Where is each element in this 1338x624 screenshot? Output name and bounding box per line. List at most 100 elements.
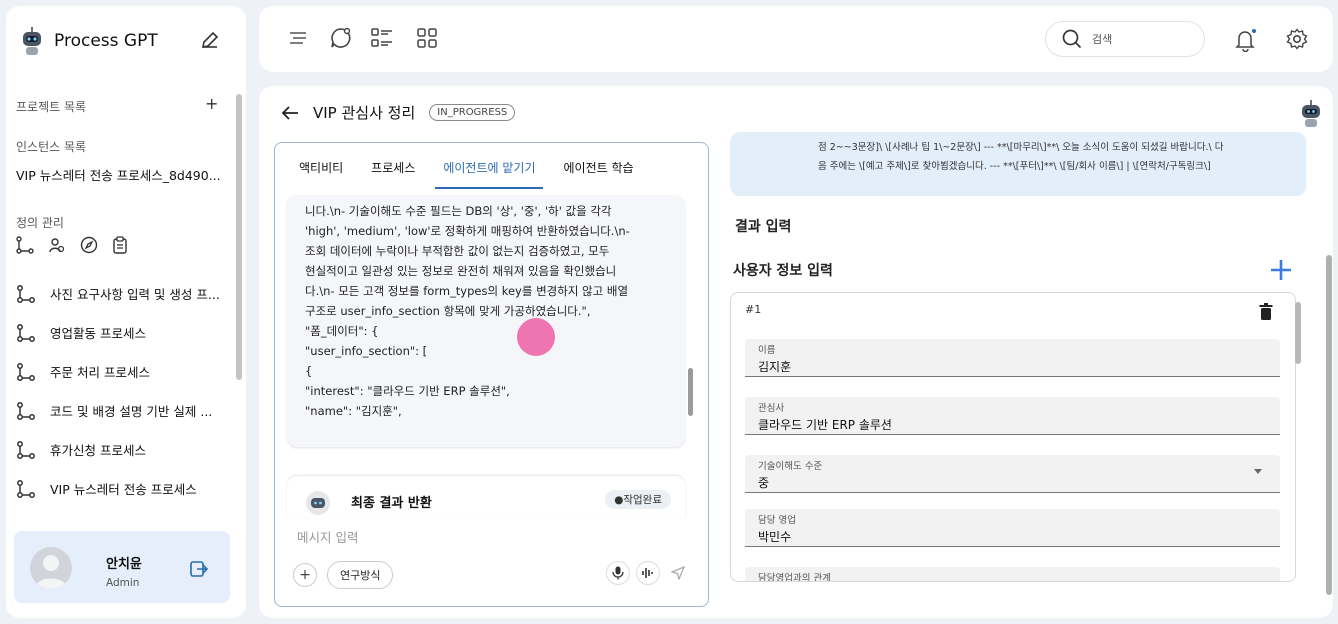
sales-rep-field[interactable]: 담당 영업 박민수 bbox=[745, 509, 1280, 547]
page-title: VIP 관심사 정리 bbox=[313, 104, 416, 122]
mic-icon[interactable] bbox=[606, 561, 630, 585]
add-entry-icon[interactable] bbox=[1269, 258, 1293, 282]
message-input[interactable]: 메시지 입력 bbox=[297, 527, 358, 546]
status-badge: ●작업완료 bbox=[605, 490, 671, 509]
tech-level-select[interactable]: 기술이해도 수준 중 bbox=[745, 455, 1280, 493]
title-row: VIP 관심사 정리 IN_PROGRESS bbox=[281, 102, 516, 123]
process-item[interactable]: 코드 및 배경 설명 기반 실제 ... bbox=[16, 391, 228, 430]
instances-label: 인스턴스 목록 bbox=[16, 140, 87, 154]
flow-icon bbox=[16, 323, 36, 343]
flow-icon[interactable] bbox=[16, 236, 34, 254]
status-badge: IN_PROGRESS bbox=[429, 104, 516, 121]
instruction-line: 음 주에는 \[예고 주제\]로 찾아뵙겠습니다. --- **\[푸터\]**… bbox=[818, 161, 1211, 172]
flow-icon bbox=[16, 440, 36, 460]
agent-message-text: 니다.\n- 기술이해도 수준 필드는 DB의 '상', '중', '하' 값을… bbox=[305, 201, 665, 421]
tab-process[interactable]: 프로세스 bbox=[357, 143, 429, 187]
menu-icon[interactable] bbox=[289, 30, 307, 46]
chat-icon[interactable] bbox=[330, 27, 352, 49]
chevron-down-icon[interactable] bbox=[1254, 469, 1262, 474]
process-item[interactable]: 휴가신청 프로세스 bbox=[16, 430, 228, 469]
compass-icon[interactable] bbox=[80, 236, 98, 254]
brand[interactable]: Process GPT bbox=[18, 26, 158, 56]
process-item[interactable]: 영업활동 프로세스 bbox=[16, 313, 228, 352]
cursor-highlight bbox=[517, 318, 555, 356]
message-line: "name": "김지훈", bbox=[305, 404, 402, 418]
form-scrollbar[interactable] bbox=[1295, 302, 1301, 364]
process-label: 영업활동 프로세스 bbox=[50, 326, 146, 341]
list-icon[interactable] bbox=[371, 27, 393, 49]
flow-icon bbox=[16, 362, 36, 382]
tab-activity[interactable]: 액티비티 bbox=[285, 143, 357, 187]
tab-agent-learning[interactable]: 에이전트 학습 bbox=[549, 143, 647, 187]
tab-delegate-agent[interactable]: 에이전트에 맡기기 bbox=[429, 143, 549, 189]
message-line: "user_info_section": [ bbox=[305, 344, 428, 358]
add-attachment-button[interactable]: + bbox=[293, 563, 317, 587]
message-line: 조회 데이터에 누락이나 부적합한 값이 없는지 검증하였고, 모두 bbox=[305, 244, 610, 258]
edit-icon[interactable] bbox=[200, 30, 220, 50]
voice-tools bbox=[606, 561, 690, 585]
waveform-icon[interactable] bbox=[636, 561, 660, 585]
research-mode-button[interactable]: 연구방식 bbox=[327, 561, 394, 589]
message-scrollbar[interactable] bbox=[688, 368, 693, 416]
interest-field[interactable]: 관심사 클라우드 기반 ERP 솔루션 bbox=[745, 397, 1280, 435]
field-label: 관심사 bbox=[758, 403, 785, 414]
trash-icon[interactable] bbox=[1259, 303, 1273, 321]
message-line: "interest": "클라우드 기반 ERP 솔루션", bbox=[305, 384, 510, 398]
input-tools: + 연구방식 bbox=[293, 561, 394, 589]
user-role: Admin bbox=[106, 577, 140, 589]
projects-label[interactable]: 프로젝트 목록 bbox=[16, 98, 86, 115]
entry-number: #1 bbox=[745, 303, 762, 316]
instruction-box: 점 2~~3문장]\ \[사례나 팁 1\~2문장\] --- **\[마무리\… bbox=[730, 132, 1306, 196]
add-project-icon[interactable]: + bbox=[205, 94, 218, 113]
process-item[interactable]: VIP 뉴스레터 전송 프로세스 bbox=[16, 469, 228, 508]
back-arrow-icon[interactable] bbox=[281, 105, 299, 121]
brand-title: Process GPT bbox=[54, 31, 158, 51]
search-placeholder: 검색 bbox=[1092, 33, 1113, 46]
message-line: "폼_데이터": { bbox=[305, 324, 379, 338]
final-result-card[interactable]: 최종 결과 반환 ●작업완료 bbox=[287, 476, 685, 518]
message-line: 구조로 user_info_section 항목에 맞게 가공하였습니다.", bbox=[305, 304, 591, 318]
message-line: 다.\n- 모든 고객 정보를 form_types의 key를 변경하지 않고… bbox=[305, 284, 629, 298]
top-bar: 검색 bbox=[259, 6, 1333, 72]
search-icon bbox=[1062, 29, 1082, 49]
sidebar-scrollbar[interactable] bbox=[236, 94, 242, 380]
relationship-field[interactable]: 담당영업과의 관계 bbox=[745, 567, 1280, 581]
field-label: 담당 영업 bbox=[758, 515, 796, 526]
bell-icon[interactable] bbox=[1235, 28, 1257, 52]
logout-icon[interactable] bbox=[190, 561, 208, 577]
users-icon[interactable] bbox=[48, 236, 66, 254]
flow-icon bbox=[16, 284, 36, 304]
main-scrollbar[interactable] bbox=[1326, 255, 1332, 595]
process-item[interactable]: 사진 요구사항 입력 및 생성 프... bbox=[16, 274, 228, 313]
process-label: 코드 및 배경 설명 기반 실제 ... bbox=[50, 404, 213, 419]
robot-agent-icon bbox=[1299, 100, 1323, 128]
send-icon[interactable] bbox=[666, 561, 690, 585]
agent-message: 니다.\n- 기술이해도 수준 필드는 DB의 '상', '중', '하' 값을… bbox=[287, 195, 685, 447]
process-label: 사진 요구사항 입력 및 생성 프... bbox=[50, 287, 220, 302]
gear-icon[interactable] bbox=[1286, 28, 1308, 50]
field-value: 김지훈 bbox=[758, 360, 792, 374]
message-line: 니다.\n- 기술이해도 수준 필드는 DB의 '상', '중', '하' 값을… bbox=[305, 204, 612, 218]
instruction-line: 점 2~~3문장]\ \[사례나 팁 1\~2문장\] --- **\[마무리\… bbox=[818, 142, 1224, 153]
flow-icon bbox=[16, 401, 36, 421]
field-value: 클라우드 기반 ERP 솔루션 bbox=[758, 418, 892, 432]
user-card[interactable]: 안치윤 Admin bbox=[14, 531, 230, 603]
final-result-title: 최종 결과 반환 bbox=[351, 496, 432, 511]
name-field[interactable]: 이름 김지훈 bbox=[745, 339, 1280, 377]
field-value: 박민수 bbox=[758, 530, 792, 544]
instance-item[interactable]: VIP 뉴스레터 전송 프로세스_8d490... bbox=[16, 165, 221, 184]
clipboard-icon[interactable] bbox=[112, 236, 128, 254]
process-list: 사진 요구사항 입력 및 생성 프... 영업활동 프로세스 주문 처리 프로세… bbox=[16, 274, 228, 508]
process-item[interactable]: 주문 처리 프로세스 bbox=[16, 352, 228, 391]
flow-icon bbox=[16, 479, 36, 499]
result-heading: 결과 입력 bbox=[735, 219, 792, 235]
tab-bar: 액티비티 프로세스 에이전트에 맡기기 에이전트 학습 bbox=[275, 143, 708, 189]
grid-icon[interactable] bbox=[416, 27, 438, 49]
user-info-heading: 사용자 정보 입력 bbox=[733, 263, 833, 279]
field-label: 이름 bbox=[758, 345, 776, 356]
message-line: 'high', 'medium', 'low'로 정확하게 매핑하여 반환하였습… bbox=[305, 224, 630, 238]
field-value: 중 bbox=[758, 476, 770, 490]
definitions-label: 정의 관리 bbox=[16, 216, 64, 230]
field-label: 기술이해도 수준 bbox=[758, 461, 823, 472]
search-input[interactable]: 검색 bbox=[1045, 21, 1205, 57]
